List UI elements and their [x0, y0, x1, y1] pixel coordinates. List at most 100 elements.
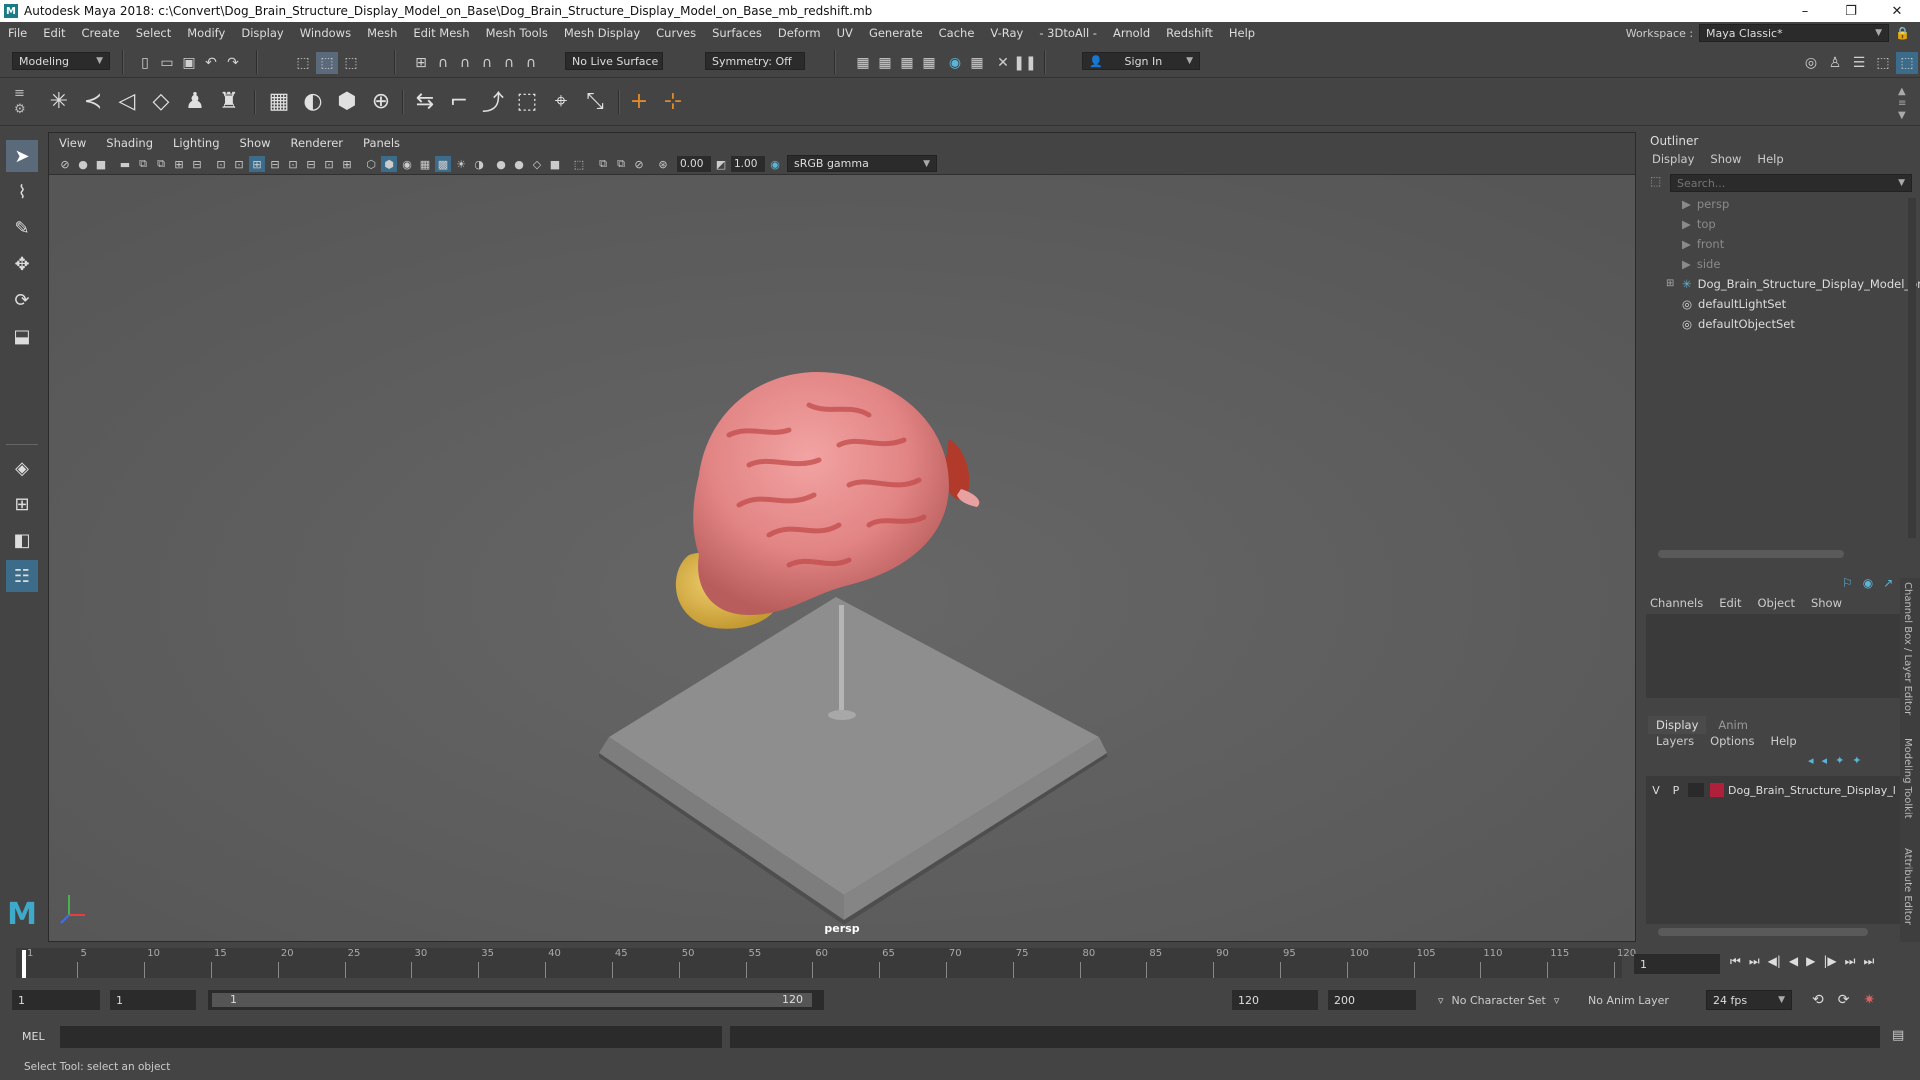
new-layer-icon[interactable]: ✦	[1835, 754, 1844, 767]
menu-uv[interactable]: UV	[829, 26, 861, 40]
open-scene-icon[interactable]: ▭	[156, 52, 178, 74]
auto-key-icon[interactable]: ⟳	[1838, 992, 1850, 1008]
merge-icon[interactable]: ⬚	[512, 86, 542, 116]
side-tab-attribute-editor[interactable]: Attribute Editor	[1902, 848, 1913, 925]
range-slider[interactable]: 1 120	[208, 990, 824, 1010]
wireframe-icon[interactable]: ⊟	[303, 156, 319, 172]
playback-end-field[interactable]: 120	[1232, 990, 1318, 1010]
render-settings-icon[interactable]: ▦	[918, 52, 940, 74]
menu-arnold[interactable]: Arnold	[1105, 26, 1158, 40]
menu-mesh[interactable]: Mesh	[359, 26, 405, 40]
animation-preferences-icon[interactable]: ✷	[1863, 992, 1875, 1008]
3d-scene[interactable]: persp	[49, 175, 1635, 941]
rig-icon[interactable]: ♜	[214, 86, 244, 116]
step-forward-key-icon[interactable]: ⏭	[1845, 954, 1856, 969]
joint-tool-icon[interactable]: ◁	[112, 86, 142, 116]
pivot-icon[interactable]: ⊹	[658, 86, 688, 116]
render-frame-icon[interactable]: ▦	[852, 52, 874, 74]
script-editor-icon[interactable]: ▤	[1892, 1028, 1904, 1043]
anti-aliasing-icon[interactable]: ◑	[471, 156, 487, 172]
grid-icon[interactable]: ⊞	[171, 156, 187, 172]
menu-deform[interactable]: Deform	[770, 26, 829, 40]
lights-icon[interactable]: ◉	[399, 156, 415, 172]
toggle-attribute-editor-icon[interactable]: ☰	[1848, 52, 1870, 74]
channels-menu-object[interactable]: Object	[1758, 596, 1795, 610]
range-slider-handle[interactable]	[212, 993, 812, 1007]
color-management-icon[interactable]: ◉	[767, 156, 783, 172]
current-time-indicator[interactable]	[22, 950, 26, 978]
menu-file[interactable]: File	[0, 26, 35, 40]
animation-end-field[interactable]: 200	[1328, 990, 1416, 1010]
playback-start-field[interactable]: 1	[110, 990, 196, 1010]
step-forward-frame-icon[interactable]: |▶	[1823, 954, 1836, 969]
snap-point-icon[interactable]: ∩	[454, 52, 476, 74]
camera-attributes-icon[interactable]: ●	[75, 156, 91, 172]
move-layer-down-icon[interactable]: ◂	[1822, 754, 1828, 767]
backface-culling-icon[interactable]: ⧉	[595, 156, 611, 172]
target-weld-icon[interactable]: ⤡	[580, 86, 610, 116]
wireframe-on-shaded-icon[interactable]: ⊞	[339, 156, 355, 172]
menu-modify[interactable]: Modify	[179, 26, 233, 40]
shelf-scroll-up-icon[interactable]: ▲	[1898, 86, 1906, 97]
menu-vray[interactable]: V-Ray	[982, 26, 1031, 40]
snap-grid-icon[interactable]: ⊞	[410, 52, 432, 74]
exposure-icon[interactable]: ⊛	[655, 156, 671, 172]
viewport-panel[interactable]: View Shading Lighting Show Renderer Pane…	[48, 132, 1636, 942]
create-polygon-tool-icon[interactable]: ✳	[44, 86, 74, 116]
menu-select[interactable]: Select	[128, 26, 179, 40]
shelf-menu-icon[interactable]: ≡	[14, 86, 25, 101]
quad-draw-icon[interactable]: ≺	[78, 86, 108, 116]
move-tool-icon[interactable]: ✥	[6, 248, 38, 280]
channels-menu-show[interactable]: Show	[1811, 596, 1842, 610]
layer-editor-icon[interactable]: ◉	[1863, 576, 1873, 590]
toggle-channel-box-icon[interactable]: ⬚	[1896, 52, 1918, 74]
film-gate-icon[interactable]: ⊟	[189, 156, 205, 172]
minimize-button[interactable]: –	[1782, 0, 1828, 22]
select-by-component-icon[interactable]: ⬚	[340, 52, 362, 74]
toggle-tool-settings-icon[interactable]: ⬚	[1872, 52, 1894, 74]
current-frame-field[interactable]: 1	[1634, 954, 1720, 974]
scale-tool-icon[interactable]: ⬓	[6, 320, 38, 352]
maximize-button[interactable]: ❐	[1828, 0, 1874, 22]
time-slider[interactable]: 1 5 10 15 20 25 30 35 40 45 50 55 60 65 70 75 80 85 90 95 10…	[0, 942, 1920, 984]
viewport-menu-panels[interactable]: Panels	[353, 136, 410, 150]
toggle-human-ik-icon[interactable]: ♙	[1824, 52, 1846, 74]
snap-curve-icon[interactable]: ∩	[432, 52, 454, 74]
menu-mesh-tools[interactable]: Mesh Tools	[478, 26, 556, 40]
menu-redshift[interactable]: Redshift	[1158, 26, 1221, 40]
menu-display[interactable]: Display	[233, 26, 291, 40]
toggle-modeling-toolkit-icon[interactable]: ◎	[1800, 52, 1822, 74]
menu-create[interactable]: Create	[74, 26, 128, 40]
sculpt-icon[interactable]: ◐	[298, 86, 328, 116]
live-surface-field[interactable]: No Live Surface	[565, 52, 663, 70]
shaded-icon[interactable]: ⬡	[363, 156, 379, 172]
menu-mesh-display[interactable]: Mesh Display	[556, 26, 648, 40]
select-tool-icon[interactable]: ➤	[6, 140, 38, 172]
motion-blur-icon[interactable]: ☀	[453, 156, 469, 172]
layers-menu-layers[interactable]: Layers	[1656, 734, 1694, 748]
side-tab-channel-box[interactable]: Channel Box / Layer Editor	[1902, 582, 1913, 715]
menu-set-dropdown[interactable]: Modeling ▼	[12, 52, 110, 70]
menu-generate[interactable]: Generate	[861, 26, 931, 40]
viewport-menu-shading[interactable]: Shading	[96, 136, 163, 150]
anim-layer-field[interactable]: No Anim Layer	[1588, 994, 1669, 1007]
paint-select-tool-icon[interactable]: ✎	[6, 212, 38, 244]
hypershade-icon[interactable]: ◉	[944, 52, 966, 74]
stop-ipr-icon[interactable]: ✕	[992, 52, 1014, 74]
outliner-item-default-object-set[interactable]: ◎ defaultObjectSet	[1682, 314, 1795, 334]
ik-handle-icon[interactable]: ◇	[146, 86, 176, 116]
animation-start-field[interactable]: 1	[12, 990, 100, 1010]
bookmarks-icon[interactable]: ■	[93, 156, 109, 172]
outliner-menu-display[interactable]: Display	[1652, 152, 1694, 166]
menu-edit[interactable]: Edit	[35, 26, 73, 40]
character-set-dropdown[interactable]: ▿ No Character Set ▿	[1438, 994, 1559, 1007]
close-button[interactable]: ✕	[1874, 0, 1920, 22]
extrude-icon[interactable]: ⇆	[410, 86, 440, 116]
select-by-object-icon[interactable]: ⬚	[316, 52, 338, 74]
depth-of-field-icon[interactable]: ●	[493, 156, 509, 172]
resolution-gate-icon[interactable]: ⊡	[213, 156, 229, 172]
menu-cache[interactable]: Cache	[931, 26, 983, 40]
grease-pencil-icon[interactable]: ⧉	[153, 156, 169, 172]
snap-surface-icon[interactable]: ∩	[498, 52, 520, 74]
snap-vertex-icon[interactable]: ∩	[520, 52, 542, 74]
